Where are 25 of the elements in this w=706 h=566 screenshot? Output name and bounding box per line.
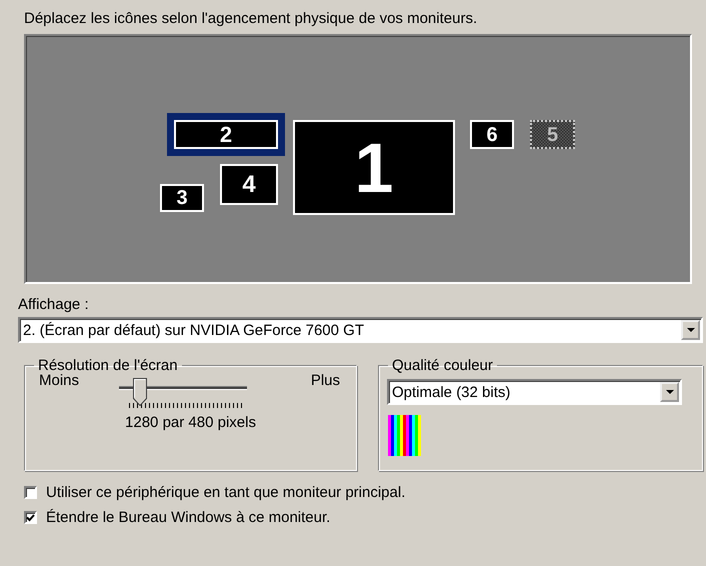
- checkbox[interactable]: [24, 486, 37, 499]
- dropdown-arrow-button[interactable]: [660, 382, 679, 402]
- monitor-icon[interactable]: 1: [293, 120, 455, 215]
- monitor-icon[interactable]: 2: [167, 113, 285, 156]
- checkbox-label: Utiliser ce périphérique en tant que moniteur principal.: [46, 484, 406, 501]
- instruction-text: Déplacez les icônes selon l'agencement physique de vos moniteurs.: [24, 10, 478, 27]
- monitor-icon[interactable]: 4: [220, 164, 278, 205]
- display-label: Affichage :: [18, 296, 89, 313]
- group-title: Qualité couleur: [391, 357, 494, 374]
- slider-thumb[interactable]: [133, 378, 148, 406]
- resolution-reading: 1280 par 480 pixels: [124, 414, 257, 431]
- color-quality-dropdown[interactable]: Optimale (32 bits): [387, 379, 682, 405]
- resolution-slider[interactable]: [119, 378, 248, 408]
- checkbox[interactable]: [24, 511, 37, 524]
- monitor-icon[interactable]: 3: [160, 184, 204, 212]
- slider-max-label: Plus: [310, 372, 340, 389]
- monitor-icon[interactable]: 6: [470, 120, 514, 149]
- caret-icon: [666, 390, 674, 394]
- color-bars-icon: [388, 415, 421, 456]
- slider-min-label: Moins: [39, 372, 80, 389]
- checkbox-label: Étendre le Bureau Windows à ce moniteur.: [46, 509, 330, 526]
- group-title: Résolution de l'écran: [37, 357, 179, 374]
- display-dropdown[interactable]: 2. (Écran par défaut) sur NVIDIA GeForce 7600 GT: [18, 317, 703, 343]
- caret-icon: [686, 328, 694, 332]
- dropdown-arrow-button[interactable]: [681, 320, 700, 340]
